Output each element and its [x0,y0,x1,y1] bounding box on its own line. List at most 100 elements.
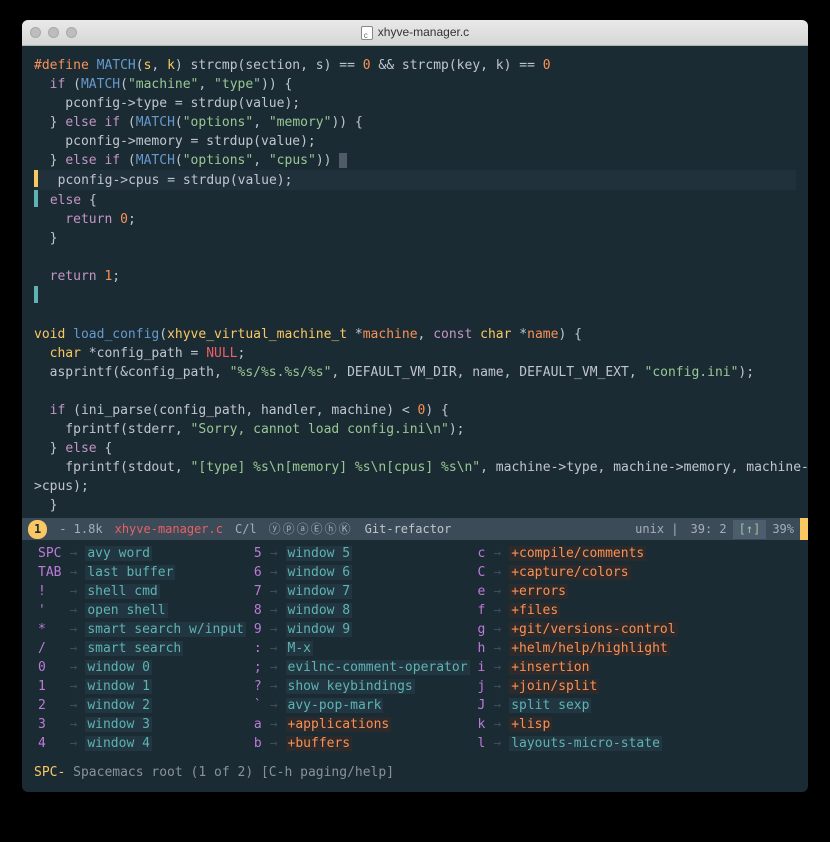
which-key-key[interactable]: h [474,639,490,658]
which-key-key[interactable]: e [474,582,490,601]
arrow-right-icon: → [489,658,505,677]
which-key-key[interactable]: C [474,563,490,582]
which-key-target[interactable]: +helm/help/highlight [505,639,681,658]
which-key-target[interactable]: window 9 [282,620,474,639]
arrow-right-icon: → [489,696,505,715]
which-key-target[interactable]: window 0 [81,658,250,677]
which-key-key[interactable]: 8 [250,601,266,620]
which-key-target[interactable]: window 7 [282,582,474,601]
arrow-right-icon: → [489,582,505,601]
arrow-right-icon: → [65,677,81,696]
which-key-panel: SPC→avy word5→window 5c→+compile/comment… [22,540,808,759]
which-key-key[interactable]: i [474,658,490,677]
which-key-key[interactable]: 4 [34,734,65,753]
which-key-key[interactable]: 2 [34,696,65,715]
arrow-right-icon: → [489,601,505,620]
which-key-key[interactable]: k [474,715,490,734]
which-key-target[interactable]: avy-pop-mark [282,696,474,715]
which-key-key[interactable]: * [34,620,65,639]
git-branch[interactable]: Git-refactor [359,520,458,539]
which-key-key[interactable]: 0 [34,658,65,677]
arrow-right-icon: → [266,696,282,715]
which-key-key[interactable]: / [34,639,65,658]
arrow-right-icon: → [65,620,81,639]
which-key-key[interactable]: ` [250,696,266,715]
which-key-key[interactable]: 1 [34,677,65,696]
scroll-percent: 39% [766,520,800,539]
which-key-key[interactable]: l [474,734,490,753]
which-key-target[interactable]: M-x [282,639,474,658]
which-key-key[interactable]: 5 [250,544,266,563]
which-key-key[interactable]: g [474,620,490,639]
which-key-target[interactable]: show keybindings [282,677,474,696]
which-key-target[interactable]: +errors [505,582,681,601]
arrow-right-icon: → [266,563,282,582]
which-key-key[interactable]: TAB [34,563,65,582]
which-key-key[interactable]: 6 [250,563,266,582]
arrow-right-icon: → [489,677,505,696]
which-key-target[interactable]: window 2 [81,696,250,715]
which-key-key[interactable]: J [474,696,490,715]
arrow-right-icon: → [65,715,81,734]
which-key-key[interactable]: f [474,601,490,620]
which-key-key[interactable]: : [250,639,266,658]
which-key-target[interactable]: shell cmd [81,582,250,601]
which-key-target[interactable]: smart search w/input [81,620,250,639]
minor-modes-icons[interactable]: ⓨⓟⓐⒺⓗⓀ [263,520,359,539]
arrow-right-icon: → [65,582,81,601]
arrow-right-icon: → [65,639,81,658]
arrow-right-icon: → [65,544,81,563]
which-key-key[interactable]: b [250,734,266,753]
minibuffer-text: Spacemacs root (1 of 2) [C-h paging/help… [65,765,394,780]
which-key-target[interactable]: split sexp [505,696,681,715]
gutter-modified-icon [34,170,38,187]
modeline-filename[interactable]: xhyve-manager.c [109,520,229,539]
which-key-key[interactable]: 9 [250,620,266,639]
which-key-target[interactable]: +capture/colors [505,563,681,582]
which-key-target[interactable]: window 4 [81,734,250,753]
which-key-key[interactable]: ; [250,658,266,677]
which-key-key[interactable]: c [474,544,490,563]
which-key-key[interactable]: 3 [34,715,65,734]
which-key-key[interactable]: 7 [250,582,266,601]
editor-window: xhyve-manager.c #define MATCH(s, k) strc… [22,20,808,792]
arrow-right-icon: → [266,639,282,658]
which-key-target[interactable]: +applications [282,715,474,734]
encoding: unix | [629,520,684,539]
which-key-key[interactable]: ' [34,601,65,620]
which-key-table: SPC→avy word5→window 5c→+compile/comment… [34,544,682,753]
which-key-target[interactable]: window 5 [282,544,474,563]
which-key-key[interactable]: ! [34,582,65,601]
which-key-target[interactable]: window 3 [81,715,250,734]
which-key-target[interactable]: layouts-micro-state [505,734,681,753]
which-key-target[interactable]: avy word [81,544,250,563]
which-key-key[interactable]: a [250,715,266,734]
which-key-target[interactable]: evilnc-comment-operator [282,658,474,677]
which-key-target[interactable]: +git/versions-control [505,620,681,639]
arrow-right-icon: → [266,715,282,734]
modeline: 1 - 1.8k xhyve-manager.c C/l ⓨⓟⓐⒺⓗⓀ Git-… [22,518,808,540]
which-key-target[interactable]: +compile/comments [505,544,681,563]
which-key-target[interactable]: +files [505,601,681,620]
which-key-key[interactable]: SPC [34,544,65,563]
modeline-end-cap [800,518,808,540]
arrow-right-icon: → [266,620,282,639]
which-key-target[interactable]: +buffers [282,734,474,753]
arrow-right-icon: → [489,544,505,563]
code-editor[interactable]: #define MATCH(s, k) strcmp(section, s) =… [22,46,808,518]
which-key-target[interactable]: smart search [81,639,250,658]
which-key-key[interactable]: ? [250,677,266,696]
which-key-target[interactable]: +lisp [505,715,681,734]
gutter-modified-icon [34,190,38,207]
scroll-indicator: [↑] [733,520,767,539]
major-mode[interactable]: C/l [229,520,263,539]
which-key-target[interactable]: +insertion [505,658,681,677]
which-key-target[interactable]: window 1 [81,677,250,696]
which-key-target[interactable]: window 8 [282,601,474,620]
minibuffer[interactable]: SPC- Spacemacs root (1 of 2) [C-h paging… [22,759,808,792]
which-key-target[interactable]: +join/split [505,677,681,696]
which-key-target[interactable]: window 6 [282,563,474,582]
which-key-key[interactable]: j [474,677,490,696]
which-key-target[interactable]: last buffer [81,563,250,582]
which-key-target[interactable]: open shell [81,601,250,620]
